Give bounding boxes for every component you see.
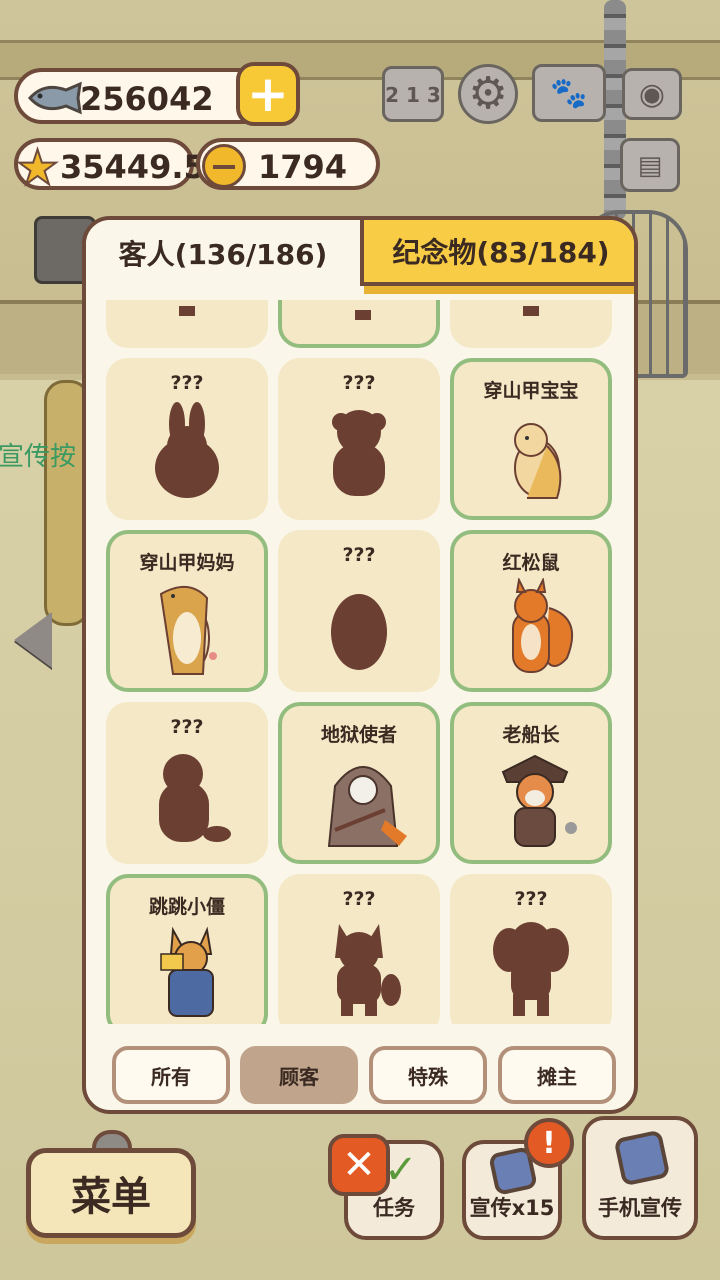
- guest-name: ???: [170, 372, 204, 394]
- guestbook-icon[interactable]: 🐾: [532, 64, 606, 122]
- gear-icon[interactable]: ⚙: [458, 64, 518, 124]
- guest-card-unlocked[interactable]: 地狱使者: [278, 702, 440, 864]
- ranking-icon[interactable]: 2 1 3: [382, 66, 444, 122]
- guest-card-unlocked[interactable]: [278, 300, 440, 348]
- poodle-icon: [493, 922, 569, 1016]
- tab-guests[interactable]: 客人(136/186): [86, 220, 364, 286]
- hedgehog-icon: [331, 594, 387, 670]
- guest-grid: ?????? 穿山甲宝宝穿山甲妈妈??? 红松鼠??? 地狱使者 老船长跳跳小僵????…: [106, 300, 618, 1024]
- guest-name: ???: [342, 372, 376, 394]
- bell-currency-bar: 1794: [196, 138, 380, 190]
- hell-messenger-icon: [327, 766, 407, 847]
- guest-name: ???: [342, 888, 376, 910]
- camera-icon[interactable]: ◉: [622, 68, 682, 120]
- guest-card-unlocked[interactable]: 穿山甲宝宝: [450, 358, 612, 520]
- add-fish-button[interactable]: +: [236, 62, 300, 126]
- phone-promo-label: 手机宣传: [598, 1196, 682, 1220]
- background-promo-text: 宣传按: [0, 442, 77, 472]
- guest-card-locked[interactable]: ???: [106, 702, 268, 864]
- guest-card-unlocked[interactable]: 红松鼠: [450, 530, 612, 692]
- star-icon: ★: [15, 139, 60, 197]
- filter-all-button[interactable]: 所有: [112, 1046, 230, 1104]
- star-currency-bar: ★ 35449.5: [14, 138, 206, 197]
- star-count: 35449.5: [60, 148, 206, 186]
- jiangshi-corgi-icon: [160, 926, 214, 1017]
- guest-card-unlocked[interactable]: 跳跳小僵: [106, 874, 268, 1024]
- guest-name: 地狱使者: [320, 724, 397, 746]
- guest-name: ???: [342, 544, 376, 566]
- phone-icon: [613, 1129, 671, 1187]
- filter-special-button[interactable]: 特殊: [369, 1046, 487, 1104]
- mother-pangolin-icon: [159, 586, 217, 675]
- menu-button[interactable]: 菜单: [26, 1148, 196, 1238]
- guest-name: 红松鼠: [502, 552, 560, 574]
- guest-card-locked[interactable]: [106, 300, 268, 348]
- guest-name: 穿山甲宝宝: [483, 380, 579, 402]
- guest-card-locked[interactable]: ???: [278, 530, 440, 692]
- tasks-label: 任务: [373, 1196, 415, 1220]
- filter-vendor-button[interactable]: 摊主: [498, 1046, 616, 1104]
- profile-card-icon[interactable]: ▤: [620, 138, 680, 192]
- old-captain-icon: [501, 754, 577, 847]
- guest-name: 穿山甲妈妈: [139, 552, 235, 574]
- left-arrow-icon[interactable]: [14, 612, 52, 668]
- baby-pangolin-icon: [514, 423, 562, 499]
- red-squirrel-icon: [512, 578, 574, 673]
- tab-souvenirs[interactable]: 纪念物(83/184): [364, 220, 634, 294]
- promo-label: 宣传x15: [469, 1196, 555, 1220]
- bell-count: 1794: [258, 148, 348, 186]
- guest-name: ???: [170, 716, 204, 738]
- fish-count: 256042: [80, 80, 214, 118]
- beaver-icon: [159, 754, 231, 842]
- alert-badge-icon: !: [524, 1118, 574, 1168]
- filter-customer-button[interactable]: 顾客: [240, 1046, 358, 1104]
- collection-panel: 客人(136/186) 纪念物(83/184) ?????? 穿山甲宝宝穿山甲妈妈…: [82, 216, 638, 1114]
- bear-icon: [332, 410, 386, 496]
- guest-name: 老船长: [502, 724, 560, 746]
- guest-card-locked[interactable]: ???: [450, 874, 612, 1024]
- bell-icon: [202, 144, 246, 188]
- guest-card-locked[interactable]: [450, 300, 612, 348]
- close-button[interactable]: ✕: [328, 1134, 390, 1196]
- guest-card-locked[interactable]: ???: [106, 358, 268, 520]
- fish-icon: [28, 81, 82, 115]
- guest-name: ???: [514, 888, 548, 910]
- guest-card-locked[interactable]: ???: [278, 358, 440, 520]
- phone-promo-button[interactable]: 手机宣传: [582, 1116, 698, 1240]
- guest-card-locked[interactable]: ???: [278, 874, 440, 1024]
- guest-card-unlocked[interactable]: 老船长: [450, 702, 612, 864]
- checkmark-icon: ✓: [384, 1147, 418, 1193]
- guest-card-unlocked[interactable]: 穿山甲妈妈: [106, 530, 268, 692]
- raccoon-icon: [335, 924, 401, 1016]
- guest-name: 跳跳小僵: [148, 896, 225, 918]
- rabbit-icon: [155, 402, 219, 498]
